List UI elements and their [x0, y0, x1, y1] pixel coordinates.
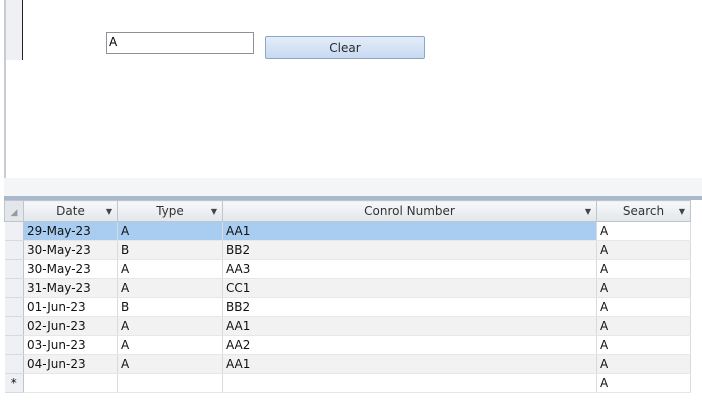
search-cell[interactable]: A [596, 373, 691, 393]
control-number-cell[interactable]: AA3 [222, 259, 597, 279]
record-selector[interactable] [4, 278, 24, 298]
control-number-cell[interactable] [222, 373, 597, 393]
control-number-cell[interactable]: BB2 [222, 297, 597, 317]
search-cell[interactable]: A [596, 316, 691, 336]
search-cell[interactable]: A [596, 278, 691, 298]
control-number-cell[interactable]: AA1 [222, 316, 597, 336]
new-record-marker-icon[interactable]: * [4, 373, 24, 393]
record-selector[interactable] [4, 335, 24, 355]
table-row[interactable]: 29-May-23 A AA1 A [4, 221, 691, 241]
clear-button[interactable]: Clear [265, 36, 425, 59]
column-header-type[interactable]: Type ▼ [117, 200, 223, 222]
date-cell[interactable]: 30-May-23 [23, 259, 118, 279]
table-row[interactable]: 01-Jun-23 B BB2 A [4, 297, 691, 317]
date-cell[interactable]: 31-May-23 [23, 278, 118, 298]
record-selector[interactable] [4, 240, 24, 260]
form-header: A Clear [0, 0, 702, 178]
table-row[interactable]: 04-Jun-23 A AA1 A [4, 354, 691, 374]
select-all-corner[interactable]: ◢ [4, 200, 24, 222]
table-row[interactable]: 31-May-23 A CC1 A [4, 278, 691, 298]
date-cell[interactable] [23, 373, 118, 393]
type-cell[interactable]: B [117, 297, 223, 317]
search-cell[interactable]: A [596, 354, 691, 374]
date-cell[interactable]: 29-May-23 [23, 221, 118, 241]
column-header-label: Date [56, 204, 85, 218]
record-selector[interactable] [4, 221, 24, 241]
corner-triangle-icon: ◢ [10, 208, 18, 218]
date-cell[interactable]: 01-Jun-23 [23, 297, 118, 317]
section-divider [4, 178, 702, 196]
column-header-search[interactable]: Search ▼ [596, 200, 691, 222]
column-header-label: Type [156, 204, 184, 218]
control-number-cell[interactable]: AA2 [222, 335, 597, 355]
dropdown-arrow-icon[interactable]: ▼ [585, 207, 591, 216]
type-cell[interactable]: A [117, 259, 223, 279]
record-selector[interactable] [4, 316, 24, 336]
record-selector[interactable] [4, 297, 24, 317]
table-row[interactable]: 30-May-23 B BB2 A [4, 240, 691, 260]
date-cell[interactable]: 02-Jun-23 [23, 316, 118, 336]
column-header-date[interactable]: Date ▼ [23, 200, 118, 222]
search-input[interactable]: A [106, 32, 254, 54]
type-cell[interactable]: A [117, 316, 223, 336]
type-cell[interactable]: A [117, 221, 223, 241]
type-cell[interactable] [117, 373, 223, 393]
new-record-row[interactable]: * A [4, 373, 691, 393]
dropdown-arrow-icon[interactable]: ▼ [679, 207, 685, 216]
table-row[interactable]: 03-Jun-23 A AA2 A [4, 335, 691, 355]
search-cell[interactable]: A [596, 335, 691, 355]
control-number-cell[interactable]: CC1 [222, 278, 597, 298]
column-header-label: Conrol Number [364, 204, 455, 218]
search-cell[interactable]: A [596, 240, 691, 260]
type-cell[interactable]: A [117, 335, 223, 355]
type-cell[interactable]: A [117, 354, 223, 374]
record-selector[interactable] [4, 259, 24, 279]
control-number-cell[interactable]: AA1 [222, 221, 597, 241]
date-cell[interactable]: 30-May-23 [23, 240, 118, 260]
control-number-cell[interactable]: AA1 [222, 354, 597, 374]
datasheet-table: ◢ Date ▼ Type ▼ Conrol Number ▼ Search ▼ [4, 200, 691, 393]
search-cell[interactable]: A [596, 297, 691, 317]
type-cell[interactable]: B [117, 240, 223, 260]
dropdown-arrow-icon[interactable]: ▼ [106, 207, 112, 216]
date-cell[interactable]: 03-Jun-23 [23, 335, 118, 355]
table-row[interactable]: 30-May-23 A AA3 A [4, 259, 691, 279]
column-header-label: Search [622, 204, 665, 218]
column-header-control-number[interactable]: Conrol Number ▼ [222, 200, 597, 222]
search-cell[interactable]: A [596, 221, 691, 241]
form-record-selector[interactable] [6, 0, 23, 60]
table-row[interactable]: 02-Jun-23 A AA1 A [4, 316, 691, 336]
control-number-cell[interactable]: BB2 [222, 240, 597, 260]
record-selector[interactable] [4, 354, 24, 374]
date-cell[interactable]: 04-Jun-23 [23, 354, 118, 374]
search-cell[interactable]: A [596, 259, 691, 279]
datasheet: ◢ Date ▼ Type ▼ Conrol Number ▼ Search ▼ [4, 200, 702, 408]
type-cell[interactable]: A [117, 278, 223, 298]
dropdown-arrow-icon[interactable]: ▼ [211, 207, 217, 216]
